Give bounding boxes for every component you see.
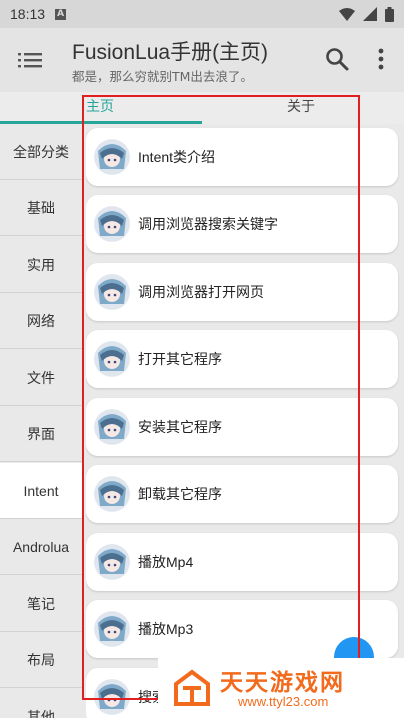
item-label: 打开其它程序 xyxy=(138,351,222,367)
list-item[interactable]: 播放Mp4 xyxy=(86,533,398,591)
menu-icon[interactable] xyxy=(14,48,46,72)
category-androlua[interactable]: Androlua xyxy=(0,519,82,575)
category-file[interactable]: 文件 xyxy=(0,350,82,406)
subtitle-text: 都是，那么穷就别TM出去浪了。 xyxy=(72,69,253,84)
category-layout[interactable]: 布局 xyxy=(0,632,82,688)
avatar-icon xyxy=(94,409,130,445)
avatar-icon xyxy=(94,206,130,242)
item-label: 调用浏览器搜索关键字 xyxy=(138,216,278,232)
category-intent[interactable]: Intent xyxy=(0,463,82,519)
avatar-icon xyxy=(94,139,130,175)
item-label: 安装其它程序 xyxy=(138,419,222,435)
item-list: Intent类介绍 调用浏览器搜索关键字 调用浏览器打开网页 打开其它程序 安装… xyxy=(86,124,404,718)
list-item[interactable]: 卸载其它程序 xyxy=(86,465,398,523)
search-icon[interactable] xyxy=(324,46,350,72)
item-label: Intent类介绍 xyxy=(138,149,216,165)
category-sidebar: 全部分类 基础 实用 网络 文件 界面 Intent Androlua 笔记 布… xyxy=(0,124,82,718)
list-item[interactable]: 调用浏览器搜索关键字 xyxy=(86,195,398,253)
list-item[interactable]: 打开其它程序 xyxy=(86,330,398,388)
avatar-icon xyxy=(94,341,130,377)
category-network[interactable]: 网络 xyxy=(0,293,82,349)
avatar-icon xyxy=(94,679,130,715)
item-label: 调用浏览器打开网页 xyxy=(138,284,264,300)
category-notes[interactable]: 笔记 xyxy=(0,576,82,632)
tab-bar: 主页 关于 xyxy=(0,92,404,124)
tab-home[interactable]: 主页 xyxy=(86,96,114,116)
category-utility[interactable]: 实用 xyxy=(0,237,82,293)
watermark-name: 天天游戏网 xyxy=(220,670,345,696)
item-label: 播放Mp4 xyxy=(138,554,194,570)
list-item[interactable]: Intent类介绍 xyxy=(86,128,398,186)
page-subtitle: 都是，那么穷就别TM出去浪了。 xyxy=(72,66,302,85)
status-time: 18:13 xyxy=(10,6,46,22)
category-all[interactable]: 全部分类 xyxy=(0,124,82,180)
signal-icon xyxy=(363,7,377,21)
battery-icon xyxy=(385,6,394,22)
category-other[interactable]: 其他 xyxy=(0,689,82,718)
category-ui[interactable]: 界面 xyxy=(0,406,82,462)
avatar-icon xyxy=(94,274,130,310)
category-basics[interactable]: 基础 xyxy=(0,180,82,236)
sim-icon: A xyxy=(55,8,67,20)
watermark: 天天游戏网 www.ttyl23.com xyxy=(158,658,404,718)
app-bar: FusionLua手册(主页) 都是，那么穷就别TM出去浪了。 xyxy=(0,28,404,92)
avatar-icon xyxy=(94,544,130,580)
item-label: 卸载其它程序 xyxy=(138,486,222,502)
list-item[interactable]: 安装其它程序 xyxy=(86,398,398,456)
watermark-url: www.ttyl23.com xyxy=(238,694,329,709)
tab-about[interactable]: 关于 xyxy=(287,96,315,116)
wifi-icon xyxy=(339,7,355,21)
list-item[interactable]: 调用浏览器打开网页 xyxy=(86,263,398,321)
watermark-logo-icon xyxy=(174,669,210,706)
more-vert-icon[interactable] xyxy=(372,46,390,72)
avatar-icon xyxy=(94,476,130,512)
item-label: 播放Mp3 xyxy=(138,621,194,637)
avatar-icon xyxy=(94,611,130,647)
status-bar: 18:13 A xyxy=(0,0,404,28)
page-title: FusionLua手册(主页) xyxy=(72,41,269,64)
